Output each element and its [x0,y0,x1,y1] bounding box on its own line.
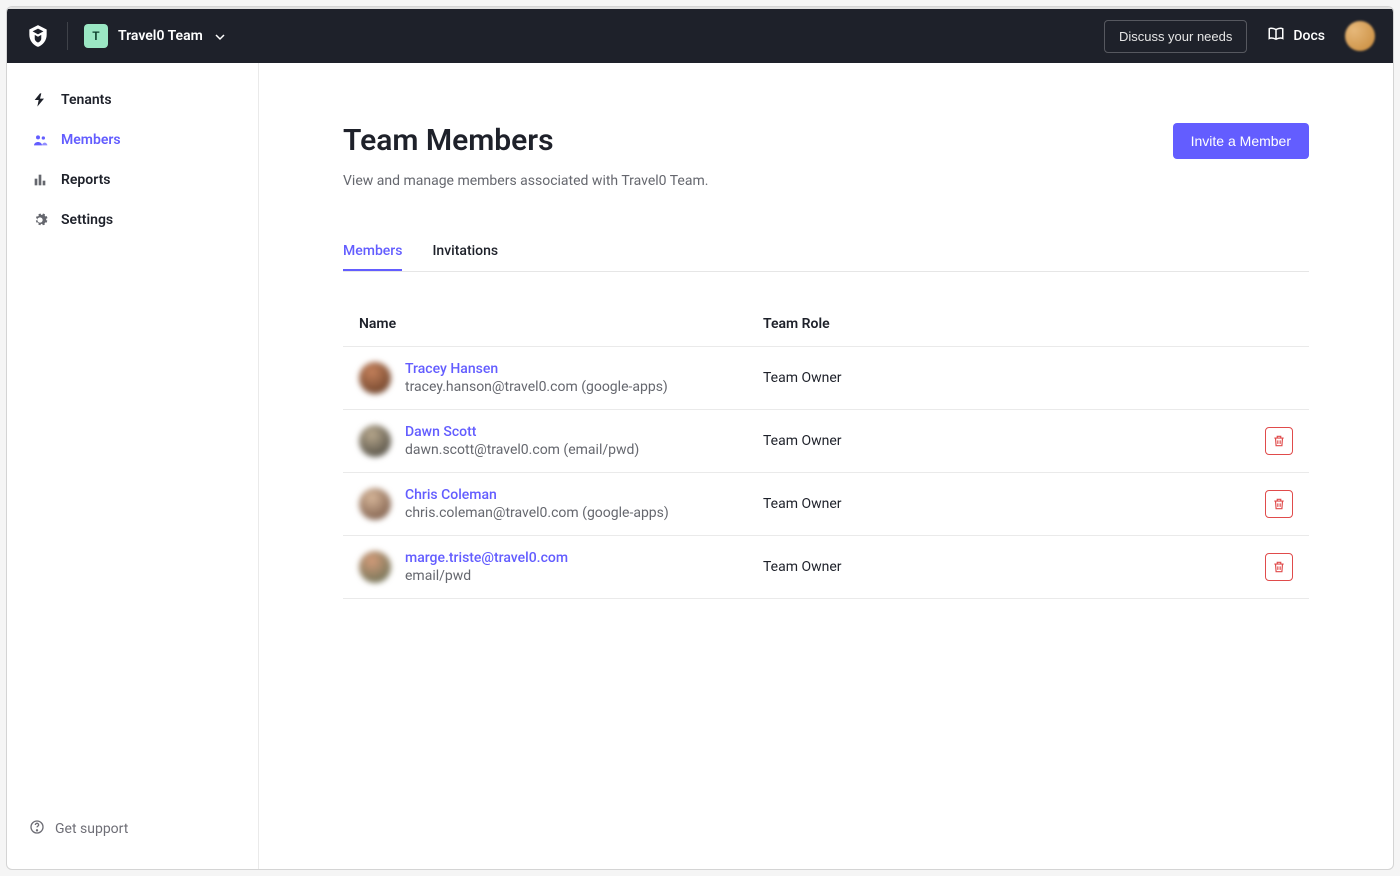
docs-label: Docs [1293,28,1325,44]
sidebar-item-label: Tenants [61,92,112,108]
support-label: Get support [55,821,128,837]
get-support-link[interactable]: Get support [7,809,258,849]
avatar [359,425,391,457]
discuss-needs-button[interactable]: Discuss your needs [1104,20,1247,53]
table-row: Dawn Scott dawn.scott@travel0.com (email/… [343,410,1309,473]
sidebar-item-label: Settings [61,212,113,228]
help-icon [29,819,45,839]
team-switcher[interactable]: T Travel0 Team [84,24,225,48]
member-role: Team Owner [763,496,1103,512]
delete-member-button[interactable] [1265,553,1293,581]
member-name-link[interactable]: marge.triste@travel0.com [405,550,568,566]
member-email: email/pwd [405,568,568,584]
chevron-down-icon [215,27,225,46]
member-role: Team Owner [763,559,1103,575]
top-header: T Travel0 Team Discuss your needs Docs [7,9,1393,63]
member-email: dawn.scott@travel0.com (email/pwd) [405,442,639,458]
sidebar-item-label: Members [61,132,121,148]
team-name: Travel0 Team [118,28,203,44]
column-header-role: Team Role [763,316,1103,332]
sidebar-item-label: Reports [61,172,111,188]
avatar [359,488,391,520]
member-role: Team Owner [763,370,1103,386]
avatar [359,362,391,394]
main-content: Team Members Invite a Member View and ma… [259,63,1393,869]
docs-link[interactable]: Docs [1267,25,1325,47]
app-logo-icon [25,23,51,49]
gear-icon [31,211,49,229]
bolt-icon [31,91,49,109]
delete-member-button[interactable] [1265,427,1293,455]
member-name-link[interactable]: Dawn Scott [405,424,639,440]
delete-member-button[interactable] [1265,490,1293,518]
table-row: Chris Coleman chris.coleman@travel0.com (… [343,473,1309,536]
header-divider [67,22,68,50]
member-role: Team Owner [763,433,1103,449]
page-description: View and manage members associated with … [343,173,1309,189]
tab-invitations[interactable]: Invitations [432,233,498,271]
sidebar-item-tenants[interactable]: Tenants [21,83,244,117]
sidebar-item-settings[interactable]: Settings [21,203,244,237]
member-name-link[interactable]: Tracey Hansen [405,361,668,377]
table-row: marge.triste@travel0.com email/pwd Team Ow… [343,536,1309,599]
book-icon [1267,25,1285,47]
sidebar: Tenants Members Reports [7,63,259,869]
invite-member-button[interactable]: Invite a Member [1173,123,1309,159]
sidebar-item-members[interactable]: Members [21,123,244,157]
tabs: Members Invitations [343,233,1309,272]
people-icon [31,131,49,149]
members-table: Name Team Role Tracey Hansen tracey.hanso… [343,302,1309,599]
page-title: Team Members [343,123,554,158]
sidebar-item-reports[interactable]: Reports [21,163,244,197]
column-header-name: Name [359,316,763,332]
user-avatar[interactable] [1345,21,1375,51]
table-row: Tracey Hansen tracey.hanson@travel0.com (… [343,347,1309,410]
member-name-link[interactable]: Chris Coleman [405,487,669,503]
member-email: tracey.hanson@travel0.com (google-apps) [405,379,668,395]
team-icon: T [84,24,108,48]
avatar [359,551,391,583]
member-email: chris.coleman@travel0.com (google-apps) [405,505,669,521]
tab-members[interactable]: Members [343,233,402,271]
chart-icon [31,171,49,189]
